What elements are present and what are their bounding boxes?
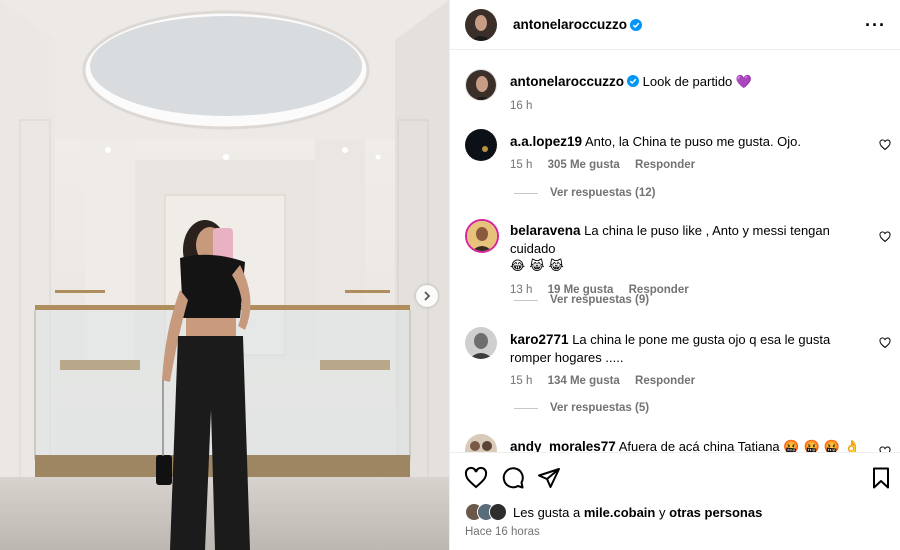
commenter-avatar[interactable] bbox=[465, 327, 497, 359]
comment-heart-icon[interactable] bbox=[879, 139, 891, 151]
caption-text: Look de partido bbox=[642, 74, 733, 89]
commenter-avatar[interactable] bbox=[465, 219, 499, 253]
comment-text: Afuera de acá china Tatiana bbox=[618, 439, 780, 452]
comment-emoji: 😂 😹 😹 bbox=[510, 259, 564, 274]
commenter-avatar[interactable] bbox=[465, 434, 497, 452]
next-photo-button[interactable] bbox=[416, 285, 438, 307]
comment-text: Anto, la China te puso me gusta. Ojo. bbox=[584, 134, 802, 149]
comment-username[interactable]: karo2771 bbox=[510, 332, 569, 347]
send-icon[interactable] bbox=[537, 466, 561, 490]
heart-icon[interactable] bbox=[464, 466, 488, 490]
comment-username[interactable]: a.a.lopez19 bbox=[510, 134, 582, 149]
caption-username[interactable]: antonelaroccuzzo bbox=[510, 74, 624, 89]
likes-conj: y bbox=[659, 504, 666, 520]
post-photo bbox=[0, 0, 449, 550]
likes-summary[interactable]: Les gusta a mile.cobain y otras personas bbox=[465, 503, 762, 521]
comment-username[interactable]: andy_morales77 bbox=[510, 439, 616, 452]
author-avatar[interactable] bbox=[465, 8, 497, 41]
view-replies-label: Ver respuestas (9) bbox=[550, 294, 650, 306]
caption-time: 16 h bbox=[510, 100, 533, 112]
comment-time: 15 h bbox=[510, 159, 533, 171]
view-replies-button[interactable]: Ver respuestas (9) bbox=[514, 294, 649, 306]
view-replies-label: Ver respuestas (5) bbox=[550, 402, 650, 414]
post-panel: antonelaroccuzzo ··· antonelaroccuzzo Lo… bbox=[449, 0, 900, 550]
comments-section: antonelaroccuzzo Look de partido 💜 16 h … bbox=[450, 51, 900, 452]
post-timestamp: Hace 16 horas bbox=[465, 526, 540, 538]
comment-likes[interactable]: 134 Me gusta bbox=[548, 375, 620, 387]
view-replies-button[interactable]: Ver respuestas (12) bbox=[514, 187, 655, 199]
view-replies-label: Ver respuestas (12) bbox=[550, 187, 656, 199]
view-replies-button[interactable]: Ver respuestas (5) bbox=[514, 402, 649, 414]
comment-likes[interactable]: 305 Me gusta bbox=[548, 159, 620, 171]
bookmark-icon[interactable] bbox=[869, 466, 893, 490]
reply-button[interactable]: Responder bbox=[635, 375, 695, 387]
purple-heart-emoji: 💜 bbox=[735, 75, 753, 90]
more-options-icon[interactable]: ··· bbox=[865, 16, 886, 34]
comment-heart-icon[interactable] bbox=[879, 337, 891, 349]
verified-badge-icon bbox=[627, 75, 640, 87]
liker-username[interactable]: mile.cobain bbox=[584, 505, 656, 520]
author-avatar[interactable] bbox=[465, 69, 497, 101]
comment-username[interactable]: belaravena bbox=[510, 223, 581, 238]
verified-badge-icon bbox=[630, 18, 643, 31]
comment-icon[interactable] bbox=[501, 466, 525, 490]
post-header: antonelaroccuzzo ··· bbox=[450, 0, 900, 50]
action-bar: Les gusta a mile.cobain y otras personas… bbox=[450, 452, 900, 550]
comment-heart-icon[interactable] bbox=[879, 231, 891, 243]
comment-time: 15 h bbox=[510, 375, 533, 387]
reply-button[interactable]: Responder bbox=[635, 159, 695, 171]
commenter-avatar[interactable] bbox=[465, 129, 497, 161]
other-likers-link[interactable]: otras personas bbox=[669, 505, 762, 520]
author-username[interactable]: antonelaroccuzzo bbox=[513, 17, 627, 32]
chevron-right-icon bbox=[424, 291, 431, 301]
likes-prefix: Les gusta a bbox=[513, 504, 581, 520]
comment-emoji: 🤬 🤬 🤬 👌 bbox=[783, 440, 861, 452]
liker-avatar bbox=[489, 503, 507, 521]
